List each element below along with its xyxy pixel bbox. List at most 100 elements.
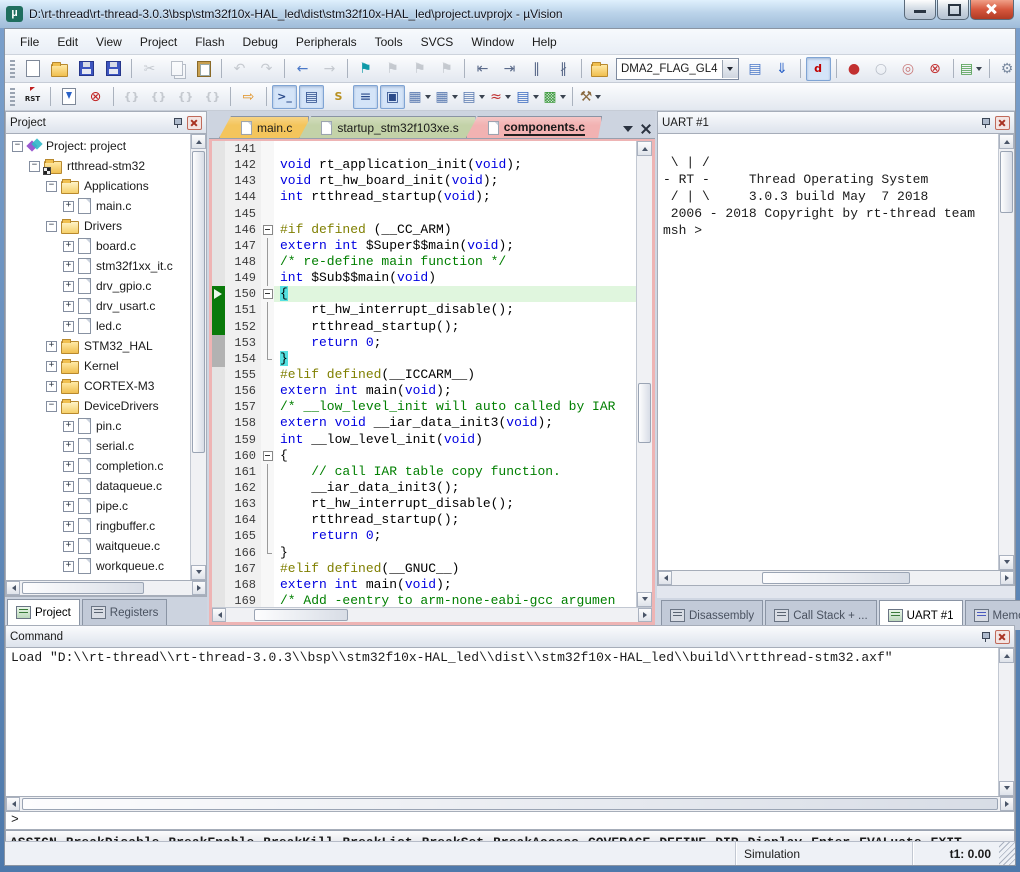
insert-bookmark-button[interactable]: ⚑ xyxy=(353,57,378,81)
code-line[interactable]: 160{ xyxy=(212,448,636,464)
toolbox-button[interactable]: ⚒ xyxy=(578,85,603,109)
expand-icon[interactable]: + xyxy=(63,321,74,332)
tree-item-dataqueue-c[interactable]: +dataqueue.c xyxy=(6,476,190,496)
system-viewer-button[interactable]: ▩ xyxy=(542,85,567,109)
tree-item-kernel[interactable]: +Kernel xyxy=(6,356,190,376)
tab-list-dropdown-icon[interactable] xyxy=(623,126,633,132)
toolbar-grip[interactable] xyxy=(10,88,15,106)
analysis-windows-button[interactable]: ≈ xyxy=(488,85,513,109)
dropdown-arrow-icon[interactable] xyxy=(425,95,431,99)
open-file-button[interactable] xyxy=(47,57,72,81)
code-line[interactable]: 145 xyxy=(212,206,636,222)
collapse-icon[interactable]: − xyxy=(46,181,57,192)
tree-item-devicedrivers[interactable]: −DeviceDrivers xyxy=(6,396,190,416)
code-line[interactable]: 152 rtthread_startup(); xyxy=(212,319,636,335)
step-over-button[interactable]: {} xyxy=(146,85,171,109)
code-line[interactable]: 147extern int $Super$$main(void); xyxy=(212,238,636,254)
uncomment-button[interactable]: ∦ xyxy=(551,57,576,81)
command-vscrollbar[interactable] xyxy=(998,648,1014,796)
code-line[interactable]: 146#if defined (__CC_ARM) xyxy=(212,222,636,238)
code-line[interactable]: 165 return 0; xyxy=(212,528,636,544)
tree-item-cortex-m3[interactable]: +CORTEX-M3 xyxy=(6,376,190,396)
resize-grip[interactable] xyxy=(999,842,1015,865)
registers-window-button[interactable]: ≡ xyxy=(353,85,378,109)
code-line[interactable]: 166} xyxy=(212,545,636,561)
menu-debug[interactable]: Debug xyxy=(234,31,287,53)
tree-item-stm32f1xx-it-c[interactable]: +stm32f1xx_it.c xyxy=(6,256,190,276)
tree-item-applications[interactable]: −Applications xyxy=(6,176,190,196)
code-line[interactable]: 158extern void __iar_data_init3(void); xyxy=(212,415,636,431)
code-line[interactable]: 168extern int main(void); xyxy=(212,577,636,593)
expand-icon[interactable]: + xyxy=(63,541,74,552)
new-file-button[interactable] xyxy=(20,57,45,81)
undo-button[interactable]: ↶ xyxy=(227,57,252,81)
trace-windows-button[interactable]: ▤ xyxy=(515,85,540,109)
uart-vscrollbar[interactable] xyxy=(998,134,1014,570)
memory-windows-button[interactable]: ▦ xyxy=(434,85,459,109)
code-line[interactable]: 159int __low_level_init(void) xyxy=(212,432,636,448)
menu-tools[interactable]: Tools xyxy=(366,31,412,53)
menu-svcs[interactable]: SVCS xyxy=(412,31,463,53)
code-line[interactable]: 141 xyxy=(212,141,636,157)
panel-close-icon[interactable] xyxy=(187,116,202,130)
tree-item-project-project[interactable]: −Project: project xyxy=(6,136,190,156)
code-line[interactable]: 150{ xyxy=(212,286,636,302)
menu-edit[interactable]: Edit xyxy=(48,31,87,53)
copy-button[interactable] xyxy=(164,57,189,81)
insert-breakpoint-button[interactable]: ● xyxy=(842,57,867,81)
expand-icon[interactable]: + xyxy=(63,461,74,472)
code-line[interactable]: 143void rt_hw_board_init(void); xyxy=(212,173,636,189)
dropdown-arrow-icon[interactable] xyxy=(560,95,566,99)
code-line[interactable]: 144int rtthread_startup(void); xyxy=(212,189,636,205)
code-line[interactable]: 155#elif defined(__ICCARM__) xyxy=(212,367,636,383)
tree-item-drv-gpio-c[interactable]: +drv_gpio.c xyxy=(6,276,190,296)
prev-bookmark-button[interactable]: ⚑ xyxy=(380,57,405,81)
dropdown-arrow-icon[interactable] xyxy=(505,95,511,99)
expand-icon[interactable]: + xyxy=(46,341,57,352)
find-next-button[interactable]: ▤ xyxy=(743,57,768,81)
menu-window[interactable]: Window xyxy=(462,31,523,53)
editor-tab-main-c[interactable]: main.c xyxy=(219,116,309,138)
tree-item-led-c[interactable]: +led.c xyxy=(6,316,190,336)
tree-item-board-c[interactable]: +board.c xyxy=(6,236,190,256)
fold-collapse-icon[interactable] xyxy=(261,448,274,464)
step-out-button[interactable]: {} xyxy=(173,85,198,109)
configure-target-button[interactable]: ⚙ xyxy=(995,57,1020,81)
toolbar-grip[interactable] xyxy=(10,60,15,78)
expand-icon[interactable]: + xyxy=(63,481,74,492)
expand-icon[interactable]: + xyxy=(63,201,74,212)
collapse-icon[interactable]: − xyxy=(46,221,57,232)
code-line[interactable]: 169/* Add -eentry to arm-none-eabi-gcc a… xyxy=(212,593,636,607)
fold-collapse-icon[interactable] xyxy=(261,286,274,302)
panel-close-icon[interactable] xyxy=(995,116,1010,130)
incremental-find-button[interactable]: ⇓ xyxy=(770,57,795,81)
indent-button[interactable]: ⇥ xyxy=(497,57,522,81)
tab-registers[interactable]: Registers xyxy=(82,599,168,625)
uart-hscrollbar[interactable] xyxy=(657,571,1015,586)
call-stack-window-button[interactable]: ▣ xyxy=(380,85,405,109)
watch-windows-button[interactable]: ▦ xyxy=(407,85,432,109)
collapse-icon[interactable]: − xyxy=(46,401,57,412)
dropdown-arrow-icon[interactable] xyxy=(479,95,485,99)
code-line[interactable]: 164 rtthread_startup(); xyxy=(212,512,636,528)
code-line[interactable]: 153 return 0; xyxy=(212,335,636,351)
expand-icon[interactable]: + xyxy=(63,301,74,312)
project-tree-vscrollbar[interactable] xyxy=(190,134,206,580)
expand-icon[interactable]: + xyxy=(63,441,74,452)
tree-item-workqueue-c[interactable]: +workqueue.c xyxy=(6,556,190,576)
command-output[interactable]: Load "D:\\rt-thread\\rt-thread-3.0.3\\bs… xyxy=(6,648,998,796)
tree-item-completion-c[interactable]: +completion.c xyxy=(6,456,190,476)
cut-button[interactable]: ✂ xyxy=(137,57,162,81)
show-next-statement-button[interactable]: ⇨ xyxy=(236,85,261,109)
tree-item-pin-c[interactable]: +pin.c xyxy=(6,416,190,436)
tree-item-main-c[interactable]: +main.c xyxy=(6,196,190,216)
dropdown-arrow-icon[interactable] xyxy=(595,95,601,99)
code-line[interactable]: 148/* re-define main function */ xyxy=(212,254,636,270)
pin-icon[interactable] xyxy=(980,631,991,642)
collapse-icon[interactable]: − xyxy=(29,161,40,172)
editor-hscrollbar[interactable] xyxy=(212,607,652,622)
project-tree-hscrollbar[interactable] xyxy=(5,581,207,596)
run-to-cursor-button[interactable]: {} xyxy=(200,85,225,109)
unindent-button[interactable]: ⇤ xyxy=(470,57,495,81)
expand-icon[interactable]: + xyxy=(63,421,74,432)
